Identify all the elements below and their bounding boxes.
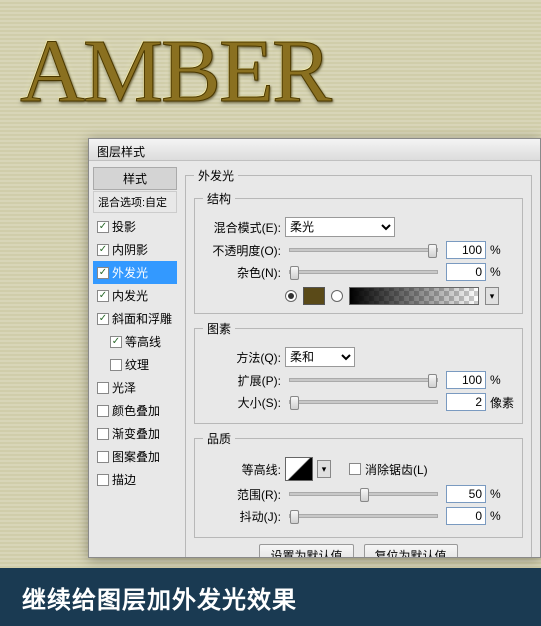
style-checkbox[interactable]	[97, 451, 109, 463]
blend-mode-label: 混合模式(E):	[203, 219, 281, 236]
style-row-4[interactable]: 斜面和浮雕	[93, 307, 177, 330]
percent-unit: %	[490, 509, 514, 523]
style-label: 描边	[112, 471, 136, 488]
blend-mode-select[interactable]: 柔光	[285, 217, 395, 237]
style-row-7[interactable]: 光泽	[93, 376, 177, 399]
panel-title: 外发光	[194, 167, 238, 184]
jitter-input[interactable]	[446, 507, 486, 525]
method-label: 方法(Q):	[203, 349, 281, 366]
noise-input[interactable]	[446, 263, 486, 281]
structure-group: 结构 混合模式(E): 柔光 不透明度(O): % 杂色	[194, 190, 523, 314]
style-row-1[interactable]: 内阴影	[93, 238, 177, 261]
quality-group: 品质 等高线: ▾ 消除锯齿(L) 范围(R): %	[194, 430, 523, 538]
jitter-label: 抖动(J):	[203, 508, 281, 525]
size-slider[interactable]	[289, 400, 438, 404]
sidebar-header[interactable]: 样式	[93, 167, 177, 190]
spread-slider[interactable]	[289, 378, 438, 382]
antialias-checkbox[interactable]	[349, 463, 361, 475]
style-label: 等高线	[125, 333, 161, 350]
style-label: 内阴影	[112, 241, 148, 258]
amber-logo-text: AMBER	[20, 20, 330, 123]
style-label: 投影	[112, 218, 136, 235]
opacity-input[interactable]	[446, 241, 486, 259]
style-checkbox[interactable]	[97, 382, 109, 394]
structure-legend: 结构	[203, 190, 235, 207]
percent-unit: %	[490, 487, 514, 501]
percent-unit: %	[490, 265, 514, 279]
style-checkbox[interactable]	[110, 359, 122, 371]
style-row-5[interactable]: 等高线	[93, 330, 177, 353]
contour-picker[interactable]	[285, 457, 313, 481]
blend-options-row[interactable]: 混合选项:自定	[93, 191, 177, 213]
style-checkbox[interactable]	[97, 428, 109, 440]
percent-unit: %	[490, 243, 514, 257]
style-checkbox[interactable]	[97, 313, 109, 325]
opacity-slider[interactable]	[289, 248, 438, 252]
style-checkbox[interactable]	[97, 221, 109, 233]
style-row-9[interactable]: 渐变叠加	[93, 422, 177, 445]
styles-sidebar: 样式 混合选项:自定 投影内阴影外发光内发光斜面和浮雕等高线纹理光泽颜色叠加渐变…	[89, 161, 181, 557]
color-radio[interactable]	[285, 290, 297, 302]
style-label: 纹理	[125, 356, 149, 373]
style-label: 斜面和浮雕	[112, 310, 172, 327]
gradient-radio[interactable]	[331, 290, 343, 302]
style-checkbox[interactable]	[97, 290, 109, 302]
style-row-8[interactable]: 颜色叠加	[93, 399, 177, 422]
range-label: 范围(R):	[203, 486, 281, 503]
size-input[interactable]	[446, 393, 486, 411]
jitter-slider[interactable]	[289, 514, 438, 518]
outer-glow-panel: 外发光 结构 混合模式(E): 柔光 不透明度(O): %	[181, 161, 540, 557]
outer-glow-fieldset: 外发光 结构 混合模式(E): 柔光 不透明度(O): %	[185, 167, 532, 557]
noise-label: 杂色(N):	[203, 264, 281, 281]
style-row-6[interactable]: 纹理	[93, 353, 177, 376]
style-label: 外发光	[112, 264, 148, 281]
style-label: 图案叠加	[112, 448, 160, 465]
element-group: 图素 方法(Q): 柔和 扩展(P): % 大小(S):	[194, 320, 523, 424]
layer-style-dialog: 图层样式 样式 混合选项:自定 投影内阴影外发光内发光斜面和浮雕等高线纹理光泽颜…	[88, 138, 541, 558]
contour-dropdown-icon[interactable]: ▾	[317, 460, 331, 478]
px-unit: 像素	[490, 394, 514, 411]
noise-slider[interactable]	[289, 270, 438, 274]
reset-default-button[interactable]: 复位为默认值	[364, 544, 458, 557]
spread-label: 扩展(P):	[203, 372, 281, 389]
style-row-10[interactable]: 图案叠加	[93, 445, 177, 468]
style-row-11[interactable]: 描边	[93, 468, 177, 491]
style-checkbox[interactable]	[110, 336, 122, 348]
caption-bar: 继续给图层加外发光效果	[0, 568, 541, 626]
style-row-2[interactable]: 外发光	[93, 261, 177, 284]
opacity-label: 不透明度(O):	[203, 242, 281, 259]
spread-input[interactable]	[446, 371, 486, 389]
contour-label: 等高线:	[203, 461, 281, 478]
range-slider[interactable]	[289, 492, 438, 496]
element-legend: 图素	[203, 320, 235, 337]
style-label: 渐变叠加	[112, 425, 160, 442]
color-swatch[interactable]	[303, 287, 325, 305]
size-label: 大小(S):	[203, 394, 281, 411]
gradient-dropdown-icon[interactable]: ▾	[485, 287, 499, 305]
style-checkbox[interactable]	[97, 244, 109, 256]
dialog-title: 图层样式	[89, 139, 540, 161]
gradient-preview[interactable]	[349, 287, 479, 305]
style-checkbox[interactable]	[97, 267, 109, 279]
style-label: 颜色叠加	[112, 402, 160, 419]
set-default-button[interactable]: 设置为默认值	[259, 544, 353, 557]
style-checkbox[interactable]	[97, 405, 109, 417]
style-checkbox[interactable]	[97, 474, 109, 486]
range-input[interactable]	[446, 485, 486, 503]
style-label: 内发光	[112, 287, 148, 304]
percent-unit: %	[490, 373, 514, 387]
style-row-3[interactable]: 内发光	[93, 284, 177, 307]
quality-legend: 品质	[203, 430, 235, 447]
style-row-0[interactable]: 投影	[93, 215, 177, 238]
method-select[interactable]: 柔和	[285, 347, 355, 367]
style-label: 光泽	[112, 379, 136, 396]
antialias-label: 消除锯齿(L)	[365, 461, 428, 478]
